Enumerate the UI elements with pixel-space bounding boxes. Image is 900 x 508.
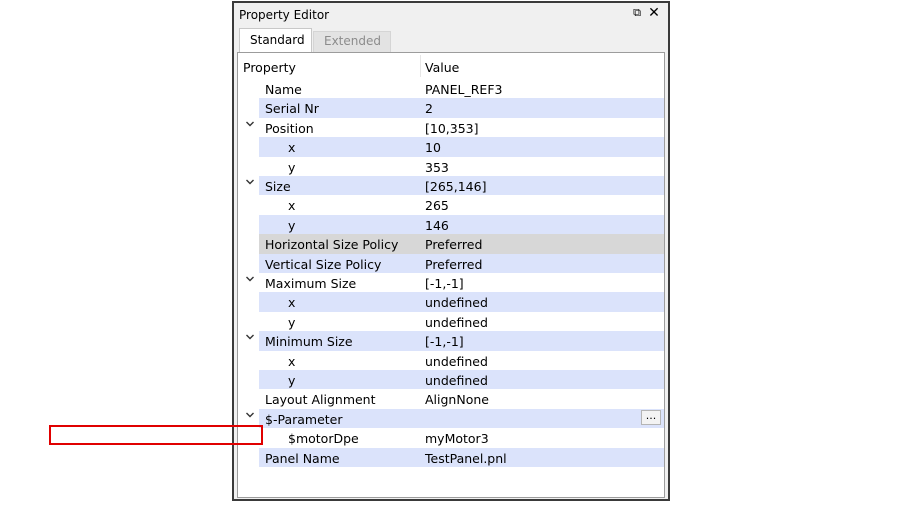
row-gutter (238, 350, 259, 370)
property-value[interactable]: undefined (425, 373, 488, 388)
property-value[interactable]: 2 (425, 101, 433, 116)
table-row[interactable]: Panel Name TestPanel.pnl (238, 447, 664, 467)
row-gutter (238, 253, 259, 273)
table-row[interactable]: Vertical Size Policy Preferred (238, 253, 664, 273)
table-row[interactable]: Size [265,146] (238, 176, 664, 196)
property-name: Position (265, 120, 314, 136)
property-value[interactable]: [265,146] (425, 179, 486, 194)
table-row[interactable]: y undefined (238, 311, 664, 332)
property-table: Property Value Name PANEL_REF3 Serial Nr 2 P… (237, 52, 665, 498)
table-row[interactable]: x 265 (238, 195, 664, 215)
property-value[interactable]: PANEL_REF3 (425, 82, 502, 97)
table-row[interactable]: Horizontal Size Policy Preferred (238, 234, 664, 254)
row-gutter (238, 137, 259, 157)
chevron-down-icon[interactable] (245, 332, 255, 346)
table-row[interactable]: Layout Alignment AlignNone (238, 389, 664, 409)
chevron-down-icon[interactable] (245, 119, 255, 133)
chevron-down-icon[interactable] (245, 274, 255, 288)
row-gutter (238, 370, 259, 390)
property-name: x (288, 140, 296, 156)
property-name: Minimum Size (265, 334, 353, 350)
table-row[interactable]: Maximum Size [-1,-1] (238, 273, 664, 293)
row-gutter (238, 98, 259, 118)
row-gutter (238, 79, 259, 99)
property-name: Vertical Size Policy (265, 256, 382, 272)
table-row[interactable]: $-Parameter... (238, 408, 664, 429)
property-name: x (288, 353, 296, 369)
table-header: Property Value (238, 53, 664, 79)
table-row[interactable]: y 353 (238, 156, 664, 176)
property-value[interactable]: Preferred (425, 237, 482, 252)
table-row[interactable]: x undefined (238, 292, 664, 312)
panel-title: Property Editor (239, 8, 330, 22)
table-row[interactable]: y 146 (238, 214, 664, 235)
chevron-down-icon[interactable] (245, 410, 255, 424)
table-row[interactable]: Serial Nr 2 (238, 98, 664, 118)
tab-standard[interactable]: Standard (239, 28, 312, 52)
row-gutter (238, 234, 259, 254)
property-value[interactable]: [-1,-1] (425, 276, 464, 291)
row-gutter (238, 156, 259, 176)
highlight-annotation (49, 425, 263, 445)
property-value[interactable]: [-1,-1] (425, 334, 464, 349)
property-value[interactable]: undefined (425, 315, 488, 330)
ellipsis-button[interactable]: ... (641, 409, 661, 425)
property-value[interactable]: 265 (425, 198, 449, 213)
table-row[interactable]: y undefined (238, 370, 664, 390)
property-value[interactable]: 353 (425, 160, 449, 175)
close-icon[interactable]: ✕ (647, 6, 661, 20)
row-gutter (238, 447, 259, 467)
property-value[interactable]: AlignNone (425, 392, 489, 407)
table-row[interactable]: Name PANEL_REF3 (238, 79, 664, 99)
property-value[interactable]: TestPanel.pnl (425, 451, 507, 466)
row-gutter (238, 214, 259, 235)
property-name: Panel Name (265, 450, 340, 466)
row-gutter (238, 311, 259, 332)
property-name: Size (265, 179, 291, 194)
header-property[interactable]: Property (243, 60, 296, 75)
property-name: $motorDpe (288, 431, 359, 447)
chevron-down-icon[interactable] (245, 177, 255, 191)
property-value[interactable]: [10,353] (425, 121, 479, 136)
table-row[interactable]: x 10 (238, 137, 664, 157)
property-name: Name (265, 82, 302, 97)
property-name: $-Parameter (265, 411, 343, 427)
property-name: y (288, 373, 296, 388)
property-name: Horizontal Size Policy (265, 237, 399, 253)
table-row[interactable]: $motorDpe myMotor3 (238, 428, 664, 448)
float-icon[interactable]: ⧉ (630, 6, 644, 20)
property-name: Layout Alignment (265, 392, 376, 408)
row-gutter (238, 292, 259, 312)
table-row[interactable]: Minimum Size [-1,-1] (238, 331, 664, 351)
table-row[interactable]: x undefined (238, 350, 664, 370)
property-value[interactable]: 10 (425, 140, 441, 155)
row-gutter (238, 195, 259, 215)
row-gutter (238, 389, 259, 409)
property-name: y (288, 314, 296, 330)
property-name: y (288, 217, 296, 233)
property-value[interactable]: Preferred (425, 257, 482, 272)
property-name: y (288, 159, 296, 175)
tab-extended[interactable]: Extended (313, 31, 391, 52)
property-name: Serial Nr (265, 101, 319, 117)
property-value[interactable]: undefined (425, 354, 488, 369)
property-name: Maximum Size (265, 276, 357, 291)
title-bar: Property Editor ⧉ ✕ (234, 3, 668, 25)
header-separator[interactable] (420, 55, 421, 77)
property-value[interactable]: myMotor3 (425, 431, 489, 446)
property-value[interactable]: undefined (425, 295, 488, 310)
property-value[interactable]: 146 (425, 218, 449, 233)
header-value[interactable]: Value (425, 60, 459, 75)
table-row[interactable]: Position [10,353] (238, 117, 664, 138)
property-name: x (288, 198, 296, 214)
property-name: x (288, 295, 296, 311)
property-editor-panel: Property Editor ⧉ ✕ Standard Extended Pr… (232, 1, 670, 501)
